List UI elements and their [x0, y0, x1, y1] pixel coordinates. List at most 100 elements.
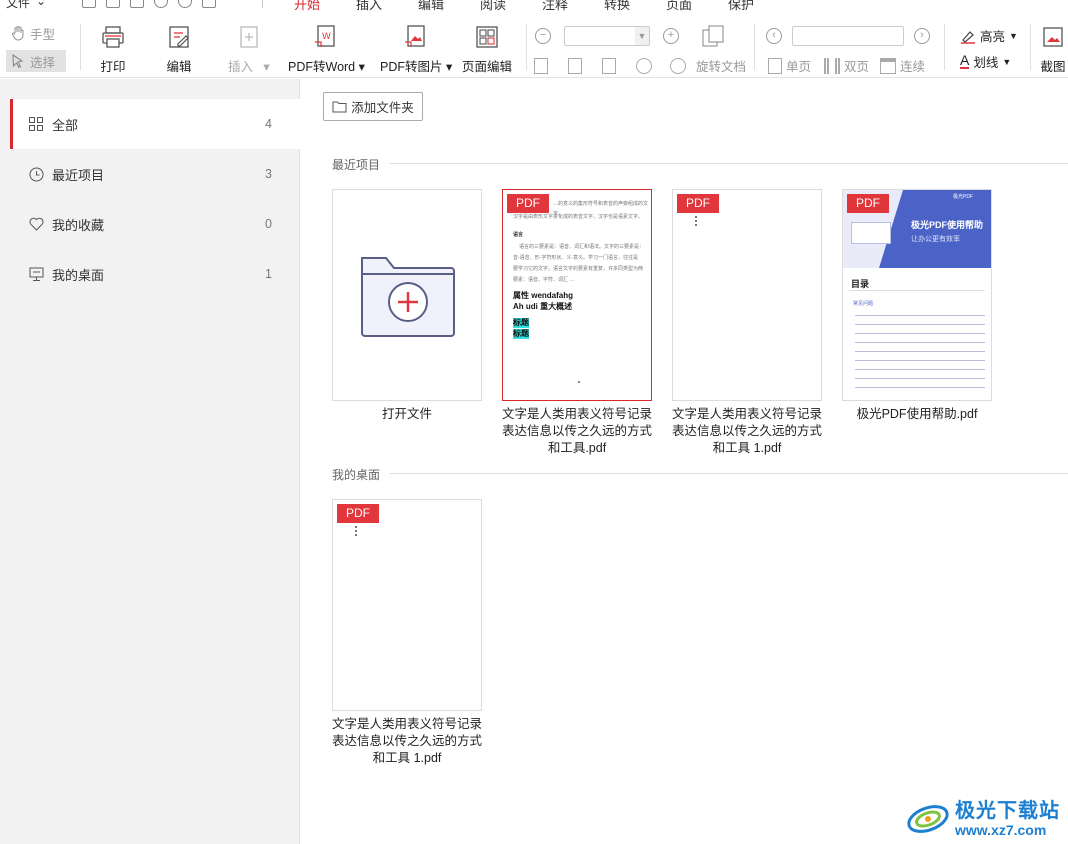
sidebar-item-label: 我的桌面	[52, 267, 105, 283]
edit-doc-icon	[169, 26, 189, 48]
folder-icon	[332, 101, 347, 113]
zoom-select[interactable]: ▼	[564, 26, 650, 46]
edit-button[interactable]: 编辑	[166, 24, 192, 75]
hand-tool-button[interactable]: 手型	[6, 22, 66, 44]
file-card[interactable]: PDF	[332, 499, 482, 711]
new-file-icon[interactable]	[82, 0, 96, 8]
rotate-left-icon[interactable]	[636, 57, 652, 74]
thumb-text: 语言的三要素是：语音、词汇和语法。文字的三要素是：	[519, 244, 645, 250]
desktop-section-title: 我的桌面	[332, 468, 381, 482]
menu-separator	[262, 0, 263, 8]
view-icons-row: 旋转文档	[534, 56, 746, 75]
file-card[interactable]: PDF	[672, 189, 822, 401]
redo-icon[interactable]	[178, 0, 192, 8]
prev-page-button[interactable]: ‹	[766, 28, 782, 44]
insert-button[interactable]: 插入 ▾	[228, 24, 270, 75]
help-thumb-subtitle: 让办公更有效率	[911, 236, 960, 243]
thumb-bullets	[695, 216, 698, 226]
print-quick-icon[interactable]	[130, 0, 144, 8]
single-page-button[interactable]: 单页	[768, 56, 811, 75]
highlighter-icon	[961, 30, 975, 44]
file-card[interactable]: 极光PDF 极光PDF使用帮助 让办公更有效率 PDF 目录 常见问题	[842, 189, 992, 401]
sidebar-item-desktop[interactable]: 我的桌面 1	[10, 249, 300, 299]
share-icon[interactable]	[202, 0, 216, 8]
help-thumb-brand: 极光PDF	[953, 194, 974, 200]
undo-icon[interactable]	[154, 0, 168, 8]
pdf-badge: PDF	[337, 504, 379, 523]
add-folder-button[interactable]: 添加文件夹	[323, 92, 423, 121]
sidebar-item-recent[interactable]: 最近项目 3	[10, 149, 300, 199]
screenshot-icon	[1043, 27, 1063, 47]
rotate-doc-label[interactable]: 旋转文档	[696, 56, 746, 75]
file-name: 文字是人类用表义符号记录 表达信息以传之久远的方式 和工具 1.pdf	[331, 717, 482, 765]
fit-page-icon[interactable]	[568, 57, 582, 74]
screenshot-label: 截图	[1040, 60, 1066, 74]
toolbar-separator	[754, 24, 755, 70]
menu-bar: 文件 ⌄ 开始 插入 编辑 阅读 注释 转换 页面 保护	[0, 0, 1068, 12]
select-tool-button[interactable]: 选择	[6, 50, 66, 72]
page-edit-button[interactable]: 页面编辑	[462, 24, 512, 75]
fit-width-icon[interactable]	[602, 57, 616, 74]
screenshot-button[interactable]: 截图	[1040, 24, 1066, 75]
double-page-button[interactable]: 双页	[824, 56, 869, 75]
thumb-bullets	[355, 526, 358, 536]
print-button[interactable]: 打印	[100, 24, 126, 75]
toolbar: 手型 选择 打印 编辑 插入 ▾ W PDF转Word ▾ PDF转图片 ▾ 页…	[0, 14, 1068, 78]
toolbar-separator	[526, 24, 527, 70]
zoom-in-button[interactable]: +	[663, 28, 679, 44]
toolbar-separator	[1030, 24, 1031, 70]
continuous-button[interactable]: 连续	[880, 56, 925, 75]
hand-tool-label: 手型	[30, 27, 56, 42]
page-grid-icon	[476, 26, 498, 48]
thumb-text: 音-语音、形-字符形状、义-意义。学习一门语言，往往是	[513, 255, 638, 261]
sidebar: 全部 4 最近项目 3 我的收藏 0 我的桌面 1	[0, 79, 300, 844]
toolbar-separator	[80, 24, 81, 70]
cursor-icon	[12, 53, 24, 69]
pdf-badge: PDF	[677, 194, 719, 213]
add-folder-large-icon	[361, 257, 455, 337]
sidebar-item-all[interactable]: 全部 4	[10, 99, 300, 149]
file-card[interactable]: PDF …的意义的集形符号和表音的声旁组成的文字。 汉字是由表形文字进化成的表音…	[502, 189, 652, 401]
sidebar-item-label: 全部	[52, 117, 79, 133]
page-edit-label: 页面编辑	[462, 60, 513, 74]
page-number-input[interactable]	[792, 26, 904, 46]
single-page-icon	[768, 57, 782, 74]
save-icon[interactable]	[106, 0, 120, 8]
double-page-icon	[824, 57, 840, 74]
sidebar-item-count: 0	[265, 217, 272, 231]
open-file-card[interactable]	[332, 189, 482, 401]
highlight-label: 高亮	[980, 30, 1006, 44]
pdf-to-word-button[interactable]: W PDF转Word ▾	[288, 24, 365, 75]
file-name: 文字是人类用表义符号记录 表达信息以传之久远的方式 和工具 1.pdf	[671, 407, 822, 455]
underline-button[interactable]: A 划线 ▼	[960, 52, 1011, 71]
pdf-to-image-icon	[405, 25, 425, 47]
thumb-heading: 语言	[513, 232, 524, 238]
watermark-url: www.xz7.com	[955, 822, 1047, 838]
divider	[390, 473, 1068, 474]
help-thumb-title: 极光PDF使用帮助	[911, 220, 984, 230]
thumb-bold-text: 属性 wendafahg	[513, 291, 574, 300]
select-tool-label: 选择	[30, 55, 56, 70]
actual-size-icon[interactable]	[534, 57, 548, 74]
highlight-button[interactable]: 高亮 ▼	[960, 26, 1018, 45]
sidebar-item-favorites[interactable]: 我的收藏 0	[10, 199, 300, 249]
zoom-out-button[interactable]: −	[535, 28, 551, 44]
help-thumb-toc-lines	[855, 310, 985, 388]
sidebar-item-count: 3	[265, 167, 272, 181]
sidebar-item-count: 4	[265, 117, 272, 131]
pdf-to-image-label: PDF转图片 ▾	[380, 60, 453, 74]
rotate-right-icon[interactable]	[670, 57, 686, 74]
open-file-label: 打开文件	[381, 407, 432, 421]
watermark-text: 极光下载站	[955, 800, 1060, 822]
file-menu[interactable]: 文件 ⌄	[6, 0, 46, 11]
chevron-down-icon: ⌄	[36, 0, 47, 8]
next-page-button[interactable]: ›	[914, 28, 930, 44]
grid-icon	[28, 116, 44, 132]
pdf-to-word-label: PDF转Word ▾	[288, 60, 365, 74]
single-page-label: 单页	[786, 60, 812, 74]
watermark-logo-icon	[907, 805, 949, 833]
sidebar-item-count: 1	[265, 267, 272, 281]
toolbar-separator	[944, 24, 945, 70]
pdf-to-image-button[interactable]: PDF转图片 ▾	[380, 24, 452, 75]
double-page-label: 双页	[844, 60, 870, 74]
